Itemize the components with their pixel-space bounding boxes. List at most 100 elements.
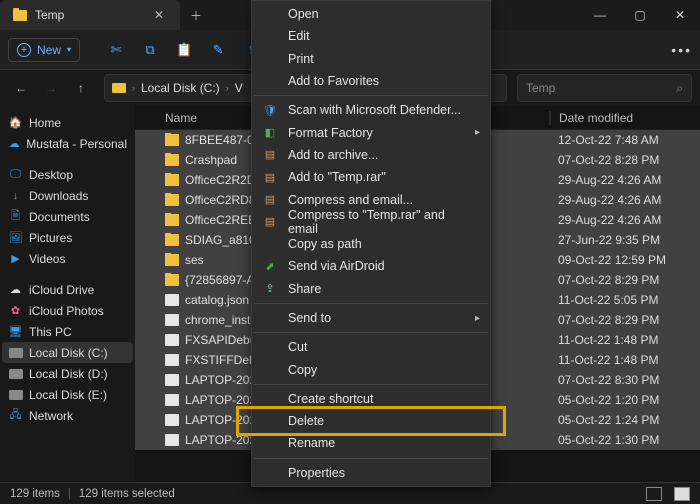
ctx-edit[interactable]: Edit: [252, 25, 490, 47]
ctx-format-factory[interactable]: ◧Format Factory▸: [252, 121, 490, 143]
breadcrumb[interactable]: Local Disk (C:): [141, 81, 220, 95]
network-icon: 🖧: [8, 408, 23, 423]
sidebar-item-label: Local Disk (E:): [29, 388, 107, 402]
breadcrumb[interactable]: V: [235, 81, 243, 95]
file-icon: [165, 334, 179, 346]
file-icon: [165, 414, 179, 426]
minimize-button[interactable]: ―: [580, 0, 620, 30]
onedrive-icon: ☁: [8, 136, 20, 151]
file-date: 05-Oct-22 1:30 PM: [550, 433, 700, 447]
close-tab-icon[interactable]: ✕: [150, 4, 168, 26]
file-icon: [165, 294, 179, 306]
ctx-send-airdroid[interactable]: ⬈Send via AirDroid: [252, 255, 490, 277]
sidebar-item-disk-c[interactable]: Local Disk (C:): [2, 342, 133, 363]
desktop-icon: 🖵: [8, 167, 23, 182]
file-name: chrome_insta: [185, 313, 257, 327]
back-button[interactable]: ←: [8, 75, 34, 101]
separator: |: [68, 488, 71, 500]
winrar-icon: ▤: [262, 147, 278, 163]
file-date: 11-Oct-22 1:48 PM: [550, 353, 700, 367]
file-date: 07-Oct-22 8:29 PM: [550, 273, 700, 287]
ctx-copy-as-path[interactable]: Copy as path: [252, 233, 490, 255]
sidebar-item-icloud-photos[interactable]: ✿iCloud Photos: [2, 300, 133, 321]
search-placeholder: Temp: [526, 81, 670, 95]
window-tab[interactable]: Temp ✕: [0, 0, 180, 30]
chevron-right-icon: ▸: [475, 127, 480, 138]
sidebar-item-documents[interactable]: 🗎Documents: [2, 206, 133, 227]
ctx-open[interactable]: Open: [252, 3, 490, 25]
ctx-add-archive[interactable]: ▤Add to archive...: [252, 144, 490, 166]
ctx-scan-defender[interactable]: 🛡Scan with Microsoft Defender...: [252, 99, 490, 121]
forward-button[interactable]: →: [38, 75, 64, 101]
file-date: 29-Aug-22 4:26 AM: [550, 213, 700, 227]
sidebar-item-label: Desktop: [29, 168, 73, 182]
sidebar-item-desktop[interactable]: 🖵 Desktop: [2, 164, 133, 185]
file-date: 05-Oct-22 1:20 PM: [550, 393, 700, 407]
documents-icon: 🗎: [8, 209, 23, 224]
sidebar-item-label: Mustafa - Personal: [26, 137, 127, 151]
sidebar-item-pictures[interactable]: 🖼Pictures: [2, 227, 133, 248]
folder-icon: [165, 234, 179, 246]
paste-button[interactable]: 📋: [170, 36, 198, 64]
search-icon: ⌕: [676, 81, 683, 96]
sidebar-item-label: iCloud Drive: [29, 283, 94, 297]
sidebar-item-videos[interactable]: ▶Videos: [2, 248, 133, 269]
sidebar-item-user[interactable]: ☁ Mustafa - Personal: [2, 133, 133, 154]
share-icon: ⇪: [262, 281, 278, 297]
file-date: 11-Oct-22 1:48 PM: [550, 333, 700, 347]
file-name: OfficeC2R2D: [185, 173, 255, 187]
home-icon: 🏠: [8, 115, 23, 130]
file-icon: [165, 374, 179, 386]
sidebar-item-this-pc[interactable]: 🖥This PC: [2, 321, 133, 342]
column-header-date[interactable]: Date modified: [550, 111, 700, 125]
cut-button[interactable]: ✄: [102, 36, 130, 64]
copy-button[interactable]: ⧉: [136, 36, 164, 64]
up-button[interactable]: ↑: [68, 75, 94, 101]
ctx-properties[interactable]: Properties: [252, 462, 490, 484]
rename-button[interactable]: ✎: [204, 36, 232, 64]
ctx-share[interactable]: ⇪Share: [252, 278, 490, 300]
ctx-add-favorites[interactable]: Add to Favorites: [252, 70, 490, 92]
view-list-button[interactable]: [646, 487, 662, 501]
more-button[interactable]: •••: [671, 42, 692, 58]
maximize-button[interactable]: ▢: [620, 0, 660, 30]
status-count: 129 items: [10, 488, 60, 500]
airdroid-icon: ⬈: [262, 258, 278, 274]
sidebar-item-label: Local Disk (C:): [29, 346, 108, 360]
sidebar-item-disk-d[interactable]: Local Disk (D:): [2, 363, 133, 384]
chevron-right-icon: ›: [226, 83, 229, 93]
new-button[interactable]: + New ▾: [8, 38, 80, 62]
ctx-add-temp-rar[interactable]: ▤Add to "Temp.rar": [252, 166, 490, 188]
ctx-rename[interactable]: Rename: [252, 432, 490, 454]
sidebar-item-label: Local Disk (D:): [29, 367, 108, 381]
file-date: 27-Jun-22 9:35 PM: [550, 233, 700, 247]
sidebar-item-network[interactable]: 🖧Network: [2, 405, 133, 426]
sidebar-item-icloud-drive[interactable]: ☁iCloud Drive: [2, 279, 133, 300]
new-tab-button[interactable]: ＋: [180, 7, 212, 24]
ctx-compress-temp-email[interactable]: ▤Compress to "Temp.rar" and email: [252, 211, 490, 233]
file-name: ses: [185, 253, 204, 267]
videos-icon: ▶: [8, 251, 23, 266]
new-label: New: [37, 43, 61, 57]
ctx-print[interactable]: Print: [252, 48, 490, 70]
ctx-send-to[interactable]: Send to▸: [252, 307, 490, 329]
ctx-create-shortcut[interactable]: Create shortcut: [252, 388, 490, 410]
winrar-icon: ▤: [262, 214, 278, 230]
sidebar-item-home[interactable]: 🏠Home: [2, 112, 133, 133]
sidebar-item-downloads[interactable]: ↓Downloads: [2, 185, 133, 206]
file-date: 09-Oct-22 12:59 PM: [550, 253, 700, 267]
close-window-button[interactable]: ✕: [660, 0, 700, 30]
ctx-cut[interactable]: Cut: [252, 336, 490, 358]
search-input[interactable]: Temp ⌕: [517, 74, 692, 102]
folder-icon: [165, 154, 179, 166]
file-name: 8FBEE487-05: [185, 133, 260, 147]
file-name: OfficeC2REBI: [185, 213, 259, 227]
file-name: OfficeC2RD8: [185, 193, 255, 207]
status-selected: 129 items selected: [79, 488, 175, 500]
chevron-right-icon: ›: [132, 83, 135, 93]
view-grid-button[interactable]: [674, 487, 690, 501]
sidebar-item-disk-e[interactable]: Local Disk (E:): [2, 384, 133, 405]
ctx-delete[interactable]: Delete: [252, 410, 490, 432]
context-menu: Open Edit Print Add to Favorites 🛡Scan w…: [251, 0, 491, 487]
ctx-copy[interactable]: Copy: [252, 358, 490, 380]
